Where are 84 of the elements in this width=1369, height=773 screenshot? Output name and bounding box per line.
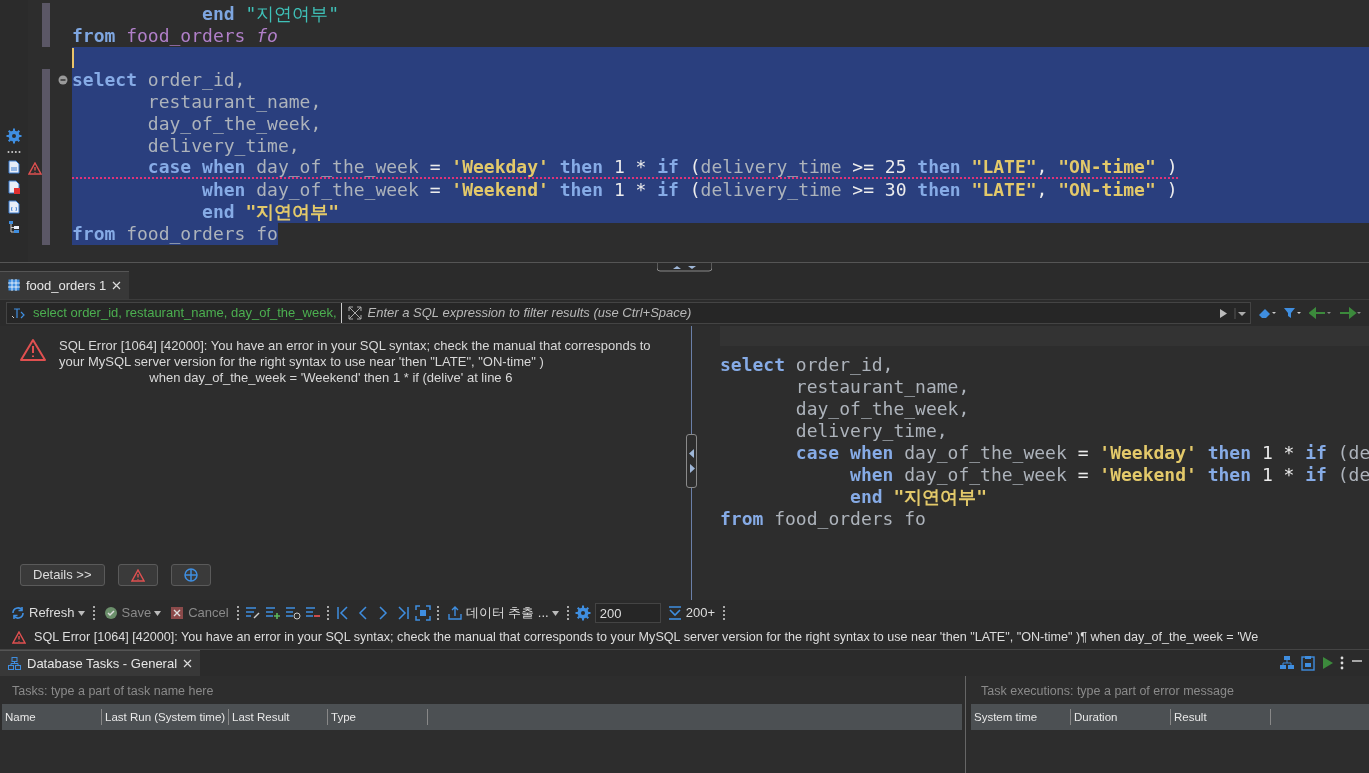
first-icon[interactable]: [334, 605, 351, 621]
code-line: restaurant_name,: [794, 376, 970, 398]
copy-row-icon[interactable]: [284, 605, 301, 621]
gear-icon[interactable]: [574, 605, 591, 621]
column-header: Last Result: [229, 709, 328, 725]
close-icon[interactable]: [183, 659, 193, 668]
warning-icon: [20, 338, 46, 362]
check-icon: [102, 605, 119, 621]
code-line: select order_id,: [72, 69, 246, 91]
run-icon[interactable]: [1321, 656, 1334, 670]
gear-icon: [6, 128, 22, 144]
crosshair-icon: [183, 568, 198, 582]
code-line: end "지연여부": [849, 486, 988, 508]
dropdown-icon[interactable]: [1234, 307, 1246, 319]
fetch-size-field[interactable]: 200: [594, 603, 661, 623]
arrow-right-icon: [688, 464, 695, 473]
expand-icon: [347, 306, 362, 320]
more-icon: [7, 150, 21, 154]
code-line: end "지연여부": [201, 3, 340, 25]
column-header: Name: [2, 709, 102, 725]
warning-icon: [12, 631, 26, 644]
code-line: day_of_the_week,: [146, 113, 322, 135]
column-header: Type: [328, 709, 428, 725]
caret-icon: [154, 610, 162, 616]
add-row-icon[interactable]: [264, 605, 281, 621]
eraser-icon[interactable]: [1257, 307, 1277, 319]
column-header: Last Run (System time): [102, 709, 229, 725]
code-line: when day_of_the_week = 'Weekend' then 1 * if (de: [849, 464, 1369, 486]
caret-icon: [77, 610, 85, 616]
filter-field[interactable]: select order_id, restaurant_name, day_of_the_week, Enter a SQL expression to filter results (use Ctrl+Space): [6, 302, 1251, 324]
results-tab[interactable]: food_orders 1: [0, 270, 130, 299]
edit-row-icon[interactable]: [244, 605, 261, 621]
refresh-button[interactable]: Refresh: [8, 603, 87, 623]
tasks-icon: [8, 657, 21, 670]
sql-icon: [11, 307, 27, 319]
close-icon[interactable]: [112, 280, 122, 290]
grid-icon: [8, 279, 20, 292]
filter-input[interactable]: Enter a SQL expression to filter results (use Ctrl+Space): [367, 303, 1213, 323]
error-message: SQL Error [1064] [42000]: You have an error in your SQL syntax; check the manual that corresponds to your MySQL server version for the right syntax to use near 'then "LATE", "ON-time" ) when day_of_the_week = 'Weekend' then 1 * if (delive' at line 6: [59, 338, 652, 386]
variable-document-icon: [8, 200, 20, 214]
column-header: Result: [1171, 709, 1271, 725]
warning-button[interactable]: [117, 564, 158, 586]
export-button[interactable]: 데이터 추출 ...: [444, 603, 561, 623]
export-icon: [446, 605, 463, 621]
warning-icon: [130, 568, 145, 582]
tasks-tab[interactable]: Database Tasks - General: [0, 650, 201, 676]
document-icon: [8, 160, 20, 174]
back-icon[interactable]: [1309, 307, 1333, 319]
clipboard-icon[interactable]: [1301, 655, 1315, 671]
task-search-field[interactable]: Tasks: type a part of task name here: [2, 678, 962, 704]
locate-button[interactable]: [170, 564, 211, 586]
code-line: delivery_time,: [794, 420, 948, 442]
details-button[interactable]: Details >>: [20, 564, 105, 586]
filter-icon[interactable]: [1283, 307, 1303, 319]
code-line: when day_of_the_week = 'Weekend' then 1 * if (delivery_time >= 30 then "LATE", "ON-time" ): [201, 179, 1178, 201]
column-header: System time: [971, 709, 1071, 725]
column-header: Duration: [1071, 709, 1171, 725]
collapse-handle-icon[interactable]: [657, 263, 712, 272]
fetch-button[interactable]: 200+: [664, 603, 717, 623]
code-line: case when day_of_the_week = 'Weekday' then 1 * if (de: [794, 442, 1369, 464]
code-line: restaurant_name,: [146, 91, 322, 113]
play-icon[interactable]: [1219, 307, 1228, 319]
cancel-icon: [169, 605, 186, 621]
fetch-icon: [666, 605, 683, 621]
more-icon[interactable]: [1340, 656, 1344, 670]
arrow-left-icon: [688, 449, 695, 458]
document-error-icon: [8, 180, 20, 194]
code-line: from food_orders fo: [720, 508, 926, 530]
code-line: end "지연여부": [201, 201, 340, 223]
query-range-bar: [42, 3, 50, 47]
status-message: SQL Error [1064] [42000]: You have an error in your SQL syntax; check the manual that corresponds to your MySQL server version for the right syntax to use near 'then "LATE", "ON-time" )¶ when day_of_the_week = 'We: [34, 629, 1259, 647]
forward-icon[interactable]: [1339, 307, 1363, 319]
task-tree-icon[interactable]: [1278, 655, 1295, 671]
code-line: select order_id,: [720, 354, 894, 376]
caret-icon: [551, 610, 559, 616]
code-line: day_of_the_week,: [794, 398, 970, 420]
select-icon[interactable]: [414, 605, 431, 621]
query-text: select order_id, restaurant_name, day_of_the_week,: [33, 303, 342, 323]
collapse-icon[interactable]: [58, 75, 68, 85]
code-line: delivery_time,: [146, 135, 300, 157]
refresh-icon: [10, 605, 26, 621]
execution-search-field[interactable]: Task executions: type a part of error message: [971, 678, 1369, 704]
code-line: from food_orders fo: [72, 25, 278, 47]
outline-icon: [8, 220, 20, 234]
